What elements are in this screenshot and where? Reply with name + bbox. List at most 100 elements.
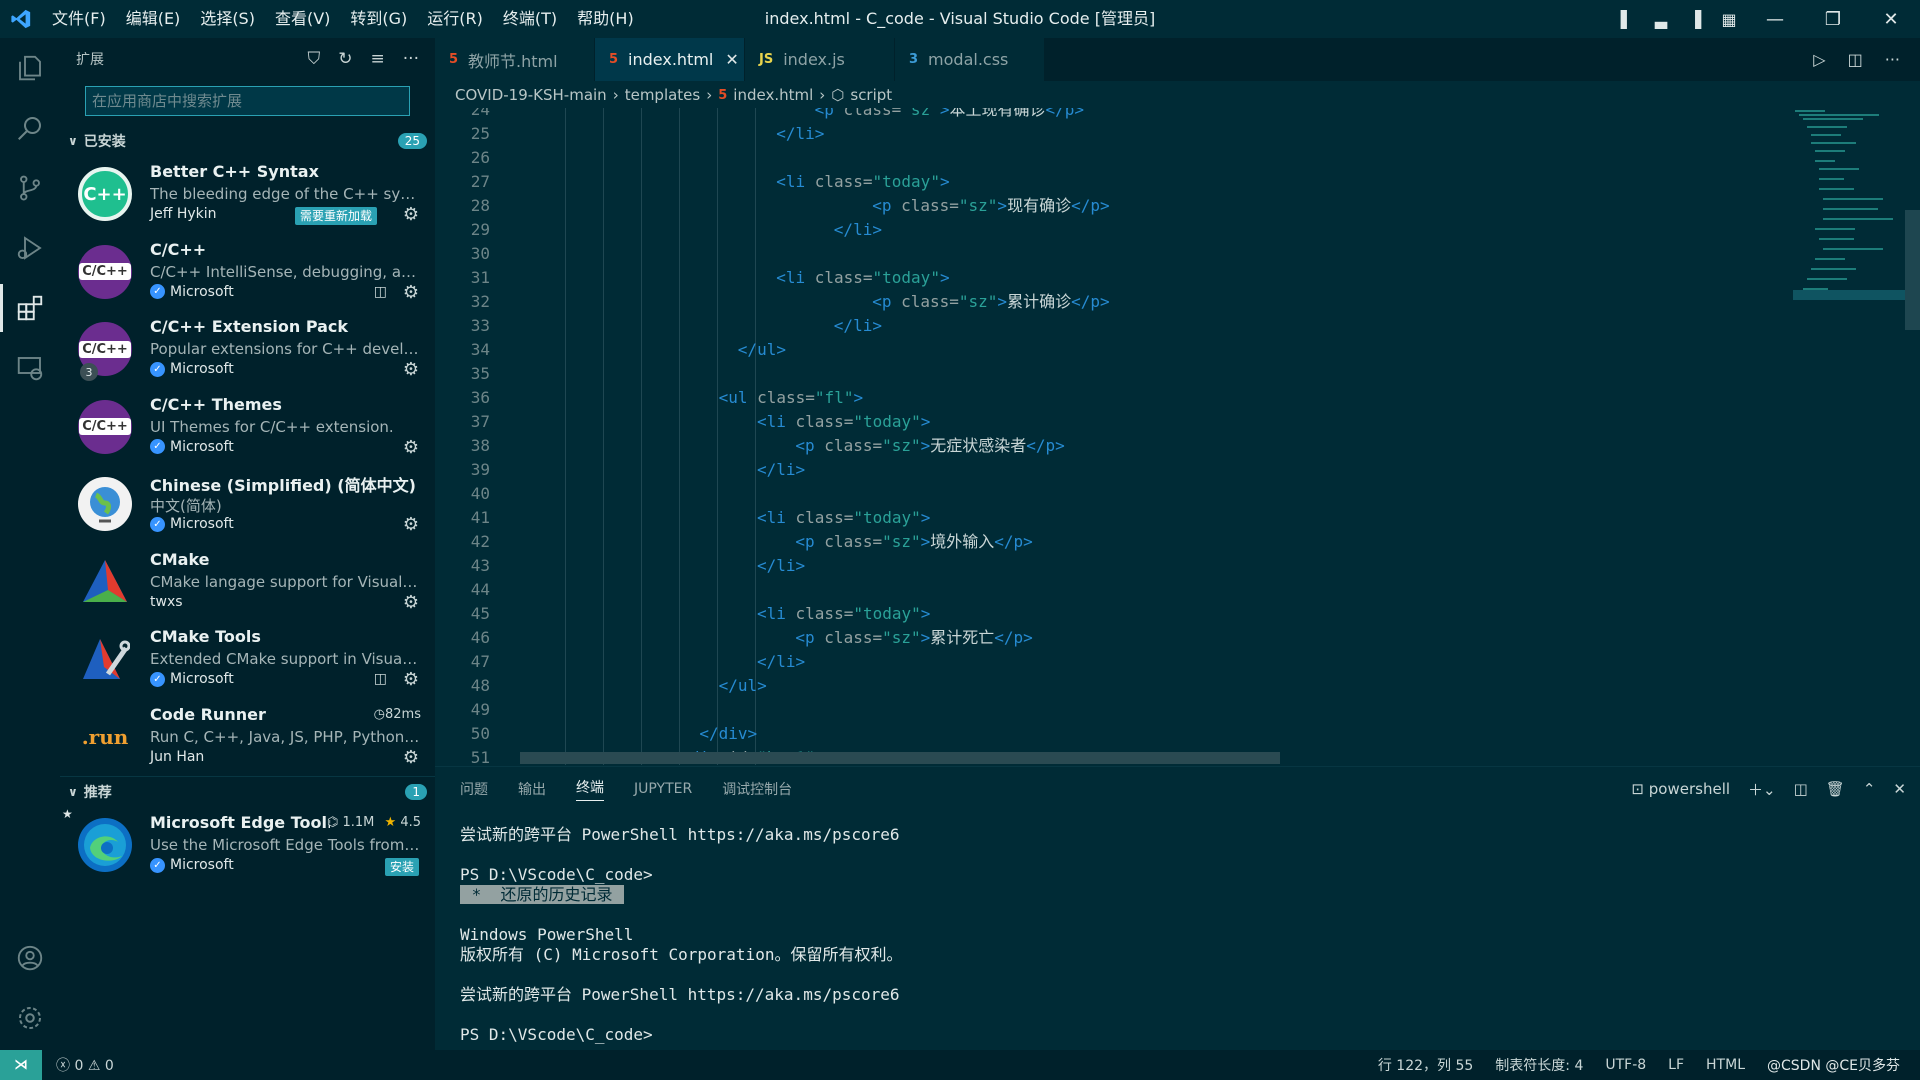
more-actions-icon[interactable]: ··· bbox=[1885, 50, 1900, 69]
breadcrumb-symbol[interactable]: script bbox=[850, 86, 892, 104]
manage-gear-icon[interactable]: ⚙ bbox=[403, 514, 419, 535]
filter-icon[interactable]: ⛉ bbox=[308, 49, 321, 69]
extension-item[interactable]: C++ Better C++ Syntax The bleeding edge … bbox=[60, 156, 435, 234]
menu-terminal[interactable]: 终端(T) bbox=[493, 0, 567, 38]
tab-modal-css[interactable]: 3 modal.css bbox=[895, 38, 1045, 81]
tab-output[interactable]: 输出 bbox=[518, 779, 546, 799]
css3-icon: 3 bbox=[909, 52, 919, 67]
manage-gear-icon[interactable]: ⚙ bbox=[403, 282, 419, 303]
line-ending[interactable]: LF bbox=[1668, 1057, 1684, 1073]
tab-index-js[interactable]: JS index.js bbox=[745, 38, 895, 81]
search-icon[interactable] bbox=[0, 98, 60, 158]
toggle-secondary-sidebar-icon[interactable]: ▐ bbox=[1678, 10, 1712, 29]
manage-gear-icon[interactable]: ⚙ bbox=[403, 592, 419, 613]
manage-gear-icon[interactable]: ⚙ bbox=[403, 204, 419, 225]
close-tab-icon[interactable]: ✕ bbox=[725, 50, 738, 69]
extension-item[interactable]: C/C++ C/C++ Themes UI Themes for C/C++ e… bbox=[60, 389, 435, 467]
account-icon[interactable] bbox=[0, 928, 60, 988]
menu-run[interactable]: 运行(R) bbox=[417, 0, 493, 38]
code-token: </li> bbox=[757, 556, 806, 575]
html5-icon: 5 bbox=[449, 52, 459, 67]
reload-required-badge[interactable]: 需要重新加载 bbox=[295, 207, 378, 225]
minimap[interactable] bbox=[1785, 108, 1905, 765]
menu-edit[interactable]: 编辑(E) bbox=[116, 0, 191, 38]
breadcrumb-folder[interactable]: COVID-19-KSH-main bbox=[455, 86, 607, 104]
tab-index-html[interactable]: 5 index.html ✕ bbox=[595, 38, 745, 81]
extension-item[interactable]: .run Code Runner ◷82ms Run C, C++, Java,… bbox=[60, 699, 435, 777]
install-button[interactable]: 安装 bbox=[384, 858, 419, 876]
settings-gear-icon[interactable] bbox=[0, 988, 60, 1048]
extension-search-input[interactable] bbox=[86, 87, 409, 115]
code-token: > bbox=[920, 412, 931, 431]
extension-item[interactable]: ★ Microsoft Edge Tool... ⌬ 1.1M ★ 4.5 Us… bbox=[60, 807, 435, 885]
code-token: "sz" bbox=[882, 628, 921, 647]
tab-size[interactable]: 制表符长度: 4 bbox=[1495, 1055, 1583, 1075]
breadcrumb-file[interactable]: index.html bbox=[733, 86, 813, 104]
extension-item[interactable]: CMake Tools Extended CMake support in Vi… bbox=[60, 621, 435, 699]
sync-ignored-icon[interactable]: ◫ bbox=[374, 284, 387, 300]
trash-icon[interactable]: 🗑 bbox=[1826, 780, 1845, 798]
extension-item[interactable]: Chinese (Simplified) (简体中文) La... 中文(简体)… bbox=[60, 466, 435, 544]
extension-item[interactable]: CMake CMake langage support for Visual S… bbox=[60, 544, 435, 622]
maximize-panel-icon[interactable]: ⌃ bbox=[1863, 780, 1876, 798]
terminal-output[interactable]: 尝试新的跨平台 PowerShell https://aka.ms/pscore… bbox=[460, 825, 902, 1045]
language-mode[interactable]: HTML bbox=[1706, 1057, 1745, 1073]
cursor-position[interactable]: 行 122，列 55 bbox=[1378, 1055, 1473, 1075]
explorer-icon[interactable] bbox=[0, 38, 60, 98]
breadcrumb-folder[interactable]: templates bbox=[625, 86, 701, 104]
more-actions-icon[interactable]: ··· bbox=[403, 49, 419, 69]
verified-publisher-icon: ✓ bbox=[150, 857, 165, 873]
horizontal-scrollbar[interactable] bbox=[520, 752, 1280, 764]
menu-view[interactable]: 查看(V) bbox=[265, 0, 340, 38]
extension-item[interactable]: C/C++ C/C++ C/C++ IntelliSense, debuggin… bbox=[60, 234, 435, 312]
menu-go[interactable]: 转到(G) bbox=[340, 0, 417, 38]
encoding[interactable]: UTF-8 bbox=[1605, 1057, 1646, 1073]
remote-explorer-icon[interactable] bbox=[0, 338, 60, 398]
source-control-icon[interactable] bbox=[0, 158, 60, 218]
close-panel-icon[interactable]: ✕ bbox=[1893, 780, 1906, 798]
manage-gear-icon[interactable]: ⚙ bbox=[403, 437, 419, 458]
new-terminal-icon[interactable]: ＋⌄ bbox=[1748, 779, 1776, 800]
installed-section-header[interactable]: ∨ 已安装 25 bbox=[60, 126, 435, 156]
split-terminal-icon[interactable]: ◫ bbox=[1794, 780, 1808, 798]
code-editor[interactable]: 24 <p class="sz">本土现有确诊</p> 25 </li> 26 27 <li… bbox=[435, 108, 1785, 765]
menu-selection[interactable]: 选择(S) bbox=[190, 0, 265, 38]
tab-terminal[interactable]: 终端 bbox=[576, 777, 604, 801]
menu-help[interactable]: 帮助(H) bbox=[567, 0, 644, 38]
tab-label: index.js bbox=[783, 50, 845, 69]
run-icon[interactable]: ▷ bbox=[1813, 50, 1825, 69]
line-number: 47 bbox=[470, 652, 490, 671]
terminal-line: PS D:\VScode\C_code> bbox=[460, 1025, 653, 1044]
manage-gear-icon[interactable]: ⚙ bbox=[403, 669, 419, 690]
tab-teachers-day-html[interactable]: 5 教师节.html bbox=[435, 38, 595, 81]
extensions-icon[interactable] bbox=[0, 278, 60, 338]
sync-ignored-icon[interactable]: ◫ bbox=[374, 671, 387, 687]
vertical-scrollbar[interactable] bbox=[1905, 108, 1920, 765]
terminal-shell-selector[interactable]: ⊡ powershell bbox=[1631, 780, 1730, 798]
menu-file[interactable]: 文件(F) bbox=[42, 0, 116, 38]
restore-icon[interactable]: ❐ bbox=[1804, 9, 1862, 30]
tab-jupyter[interactable]: JUPYTER bbox=[634, 781, 692, 797]
refresh-icon[interactable]: ↻ bbox=[338, 49, 352, 69]
customize-layout-icon[interactable]: ▦ bbox=[1712, 10, 1746, 29]
minimize-icon[interactable]: — bbox=[1746, 9, 1804, 30]
tab-debug-console[interactable]: 调试控制台 bbox=[722, 779, 792, 799]
run-debug-icon[interactable] bbox=[0, 218, 60, 278]
toggle-sidebar-icon[interactable]: ▌ bbox=[1610, 10, 1644, 29]
remote-indicator-icon[interactable]: ⋊ bbox=[0, 1050, 42, 1080]
manage-gear-icon[interactable]: ⚙ bbox=[403, 359, 419, 380]
extension-publisher: Jeff Hykin bbox=[150, 206, 217, 222]
scrollbar-thumb[interactable] bbox=[1905, 210, 1920, 330]
extension-name: Better C++ Syntax bbox=[150, 162, 319, 181]
code-text: <p class="sz">累计死亡</p> bbox=[795, 626, 1032, 650]
toggle-panel-icon[interactable]: ▃ bbox=[1644, 10, 1678, 29]
problems-indicator[interactable]: ⓧ 0 ⚠ 0 bbox=[56, 1055, 114, 1075]
line-number: 34 bbox=[470, 340, 490, 359]
extension-item[interactable]: C/C++ 3 C/C++ Extension Pack Popular ext… bbox=[60, 311, 435, 389]
close-window-icon[interactable]: ✕ bbox=[1862, 9, 1920, 30]
manage-gear-icon[interactable]: ⚙ bbox=[403, 747, 419, 768]
recommended-section-header[interactable]: ∨ 推荐 1 bbox=[60, 776, 435, 807]
tab-problems[interactable]: 问题 bbox=[460, 779, 488, 799]
split-editor-icon[interactable]: ◫ bbox=[1848, 50, 1863, 69]
clear-icon[interactable]: ≡ bbox=[371, 49, 385, 69]
